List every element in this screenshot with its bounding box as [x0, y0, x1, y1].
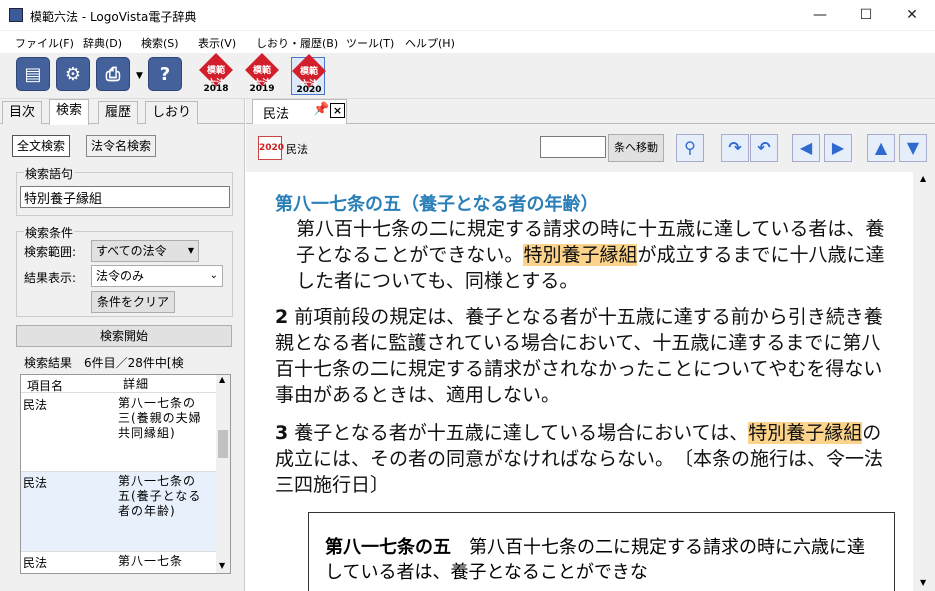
- scroll-up-arrow-icon[interactable]: ▲: [867, 134, 895, 162]
- tab-fulltext-search[interactable]: 全文検索: [12, 135, 71, 157]
- dict-badge-icon: 2020: [258, 136, 284, 160]
- dict-2019-button[interactable]: 模範 六法 2019: [245, 53, 279, 95]
- result-row[interactable]: 民法 第八一七条: [21, 552, 216, 573]
- conditions-group-title: 検索条件: [24, 224, 75, 241]
- title-bar: 模範六法 - LogoVista電子辞典 — ☐ ✕: [0, 0, 935, 31]
- col-name-header: 項目名: [27, 379, 64, 393]
- chevron-down-icon: ⌄: [209, 270, 218, 281]
- left-panel: 目次 検索 履歴 しおり 全文検索 法令名検索 検索語句 特別養子縁組 検索条件…: [0, 99, 245, 591]
- paragraph-number: 2: [275, 306, 289, 328]
- tab-label: 民法: [263, 107, 290, 122]
- result-name: 民法: [23, 556, 48, 570]
- result-detail: 第八一七条の三(養親の夫婦共同縁組): [118, 396, 202, 440]
- dict-year: 2020: [296, 85, 322, 95]
- print-dropdown-icon[interactable]: ▼: [136, 71, 143, 81]
- menu-bookmark-history[interactable]: しおり・履歴(B): [256, 35, 338, 51]
- search-input[interactable]: 特別養子縁組: [20, 186, 230, 208]
- scroll-thumb[interactable]: [218, 430, 228, 458]
- scroll-down-icon[interactable]: ▼: [219, 561, 225, 570]
- document-tabbar: 民法 📌 ×: [246, 99, 935, 125]
- gear-icon[interactable]: ⚙: [56, 57, 90, 91]
- dict-year: 2018: [203, 84, 229, 94]
- p3-text: 養子となる者が十五歳に達している場合においては、: [294, 422, 749, 444]
- range-select[interactable]: すべての法令 ▼: [91, 240, 199, 262]
- scroll-up-icon[interactable]: ▲: [219, 375, 225, 384]
- range-label: 検索範囲:: [24, 245, 77, 259]
- dict-name: 民法: [286, 143, 308, 156]
- result-row-selected[interactable]: 民法 第八一七条の五(養子となる者の年齢): [21, 472, 216, 552]
- main-toolbar: ▤ ⚙ ⎙ ▼ ? 模範 六法 2018 模範 六法 2019 模範 六法 2020: [0, 53, 935, 99]
- menu-dictionary[interactable]: 辞典(D): [83, 35, 122, 51]
- document-icon[interactable]: ▤: [16, 57, 50, 91]
- amendment-box: 第八一七条の五 第八百十七条の二に規定する請求の時に六歳に達している者は、養子と…: [308, 512, 895, 591]
- tab-history[interactable]: 履歴: [98, 101, 139, 124]
- col-detail-header: 詳細: [123, 377, 150, 391]
- query-group-title: 検索語句: [24, 165, 75, 182]
- redo-icon[interactable]: ↷: [721, 134, 749, 162]
- tab-search[interactable]: 検索: [49, 99, 90, 125]
- search-highlight: 特別養子縁組: [748, 422, 863, 444]
- search-highlight: 特別養子縁組: [523, 244, 638, 266]
- result-name: 民法: [23, 398, 48, 412]
- chevron-down-icon: ▼: [187, 246, 194, 255]
- search-start-button[interactable]: 検索開始: [16, 325, 232, 347]
- p2-text: 前項前段の規定は、養子となる者が十五歳に達する前から引き続き養親となる者に監護さ…: [275, 306, 883, 406]
- result-name: 民法: [23, 476, 48, 490]
- tab-bookmarks[interactable]: しおり: [145, 101, 199, 124]
- article-number-input[interactable]: [540, 136, 606, 158]
- results-count: 検索結果 6件目／28件中[検: [24, 356, 184, 370]
- scroll-down-arrow-icon[interactable]: ▼: [899, 134, 927, 162]
- results-scrollbar[interactable]: ▲ ▼: [216, 375, 230, 573]
- left-tabs: 目次 検索 履歴 しおり: [0, 99, 245, 125]
- pin-icon[interactable]: 📌: [313, 102, 329, 117]
- menu-help[interactable]: ヘルプ(H): [405, 35, 455, 51]
- close-button[interactable]: ✕: [889, 0, 935, 31]
- help-icon[interactable]: ?: [148, 57, 182, 91]
- document-scrollbar[interactable]: ▲ ▼: [913, 172, 935, 591]
- document-toolbar: 2020 民法 条へ移動 ⚲ ↷ ↶ ◀ ▶ ▲ ▼: [246, 124, 935, 172]
- maximize-button[interactable]: ☐: [843, 0, 889, 31]
- menu-search[interactable]: 検索(S): [141, 35, 179, 51]
- result-row[interactable]: 民法 第八一七条の三(養親の夫婦共同縁組): [21, 394, 216, 472]
- amendment-title: 第八一七条の五: [325, 537, 451, 558]
- printer-icon[interactable]: ⎙: [96, 57, 130, 91]
- paragraph-2: 2 前項前段の規定は、養子となる者が十五歳に達する前から引き続き養親となる者に監…: [275, 304, 896, 408]
- range-select-value: すべての法令: [96, 244, 167, 258]
- paragraph-number: 3: [275, 422, 289, 444]
- scroll-down-icon[interactable]: ▼: [920, 578, 926, 587]
- article-title: 第八一七条の五（養子となる者の年齢）: [275, 194, 599, 215]
- minimize-button[interactable]: —: [797, 0, 843, 31]
- tab-contents[interactable]: 目次: [2, 101, 43, 124]
- prev-item-icon[interactable]: ◀: [792, 134, 820, 162]
- app-icon: [9, 8, 23, 22]
- search-icon[interactable]: ⚲: [676, 134, 704, 162]
- result-detail: 第八一七条: [118, 554, 184, 568]
- dict-year: 2019: [249, 84, 275, 94]
- menu-tools[interactable]: ツール(T): [346, 35, 394, 51]
- display-select[interactable]: 法令のみ ⌄: [91, 265, 223, 287]
- amendment-text: 第八一七条の五 第八百十七条の二に規定する請求の時に六歳に達している者は、養子と…: [325, 535, 875, 585]
- window-title: 模範六法 - LogoVista電子辞典: [30, 10, 197, 24]
- tab-lawname-search[interactable]: 法令名検索: [86, 135, 157, 157]
- menu-bar: ファイル(F) 辞典(D) 検索(S) 表示(V) しおり・履歴(B) ツール(…: [0, 31, 935, 53]
- undo-icon[interactable]: ↶: [750, 134, 778, 162]
- tab-civil-code[interactable]: 民法 📌 ×: [252, 99, 347, 125]
- paragraph-3: 3 養子となる者が十五歳に達している場合においては、特別養子縁組の成立には、その…: [275, 420, 896, 498]
- display-label: 結果表示:: [24, 271, 77, 285]
- scroll-up-icon[interactable]: ▲: [920, 174, 926, 183]
- goto-article-button[interactable]: 条へ移動: [608, 134, 664, 162]
- results-list: 項目名 詳細 民法 第八一七条の三(養親の夫婦共同縁組) 民法 第八一七条の五(…: [20, 374, 231, 574]
- close-tab-icon[interactable]: ×: [330, 103, 345, 118]
- clear-conditions-button[interactable]: 条件をクリア: [91, 291, 175, 313]
- menu-file[interactable]: ファイル(F): [15, 35, 74, 51]
- menu-view[interactable]: 表示(V): [198, 35, 236, 51]
- document-content: 第八一七条の五（養子となる者の年齢） 第八百十七条の二に規定する請求の時に十五歳…: [258, 172, 913, 591]
- dict-2018-button[interactable]: 模範 六法 2018: [199, 53, 233, 95]
- next-item-icon[interactable]: ▶: [824, 134, 852, 162]
- result-detail: 第八一七条の五(養子となる者の年齢): [118, 474, 202, 518]
- results-header: 項目名 詳細: [21, 375, 216, 393]
- paragraph-1: 第八百十七条の二に規定する請求の時に十五歳に達している者は、養子となることができ…: [296, 216, 896, 294]
- dict-2020-button[interactable]: 模範 六法 2020: [291, 54, 326, 95]
- display-select-value: 法令のみ: [96, 269, 145, 283]
